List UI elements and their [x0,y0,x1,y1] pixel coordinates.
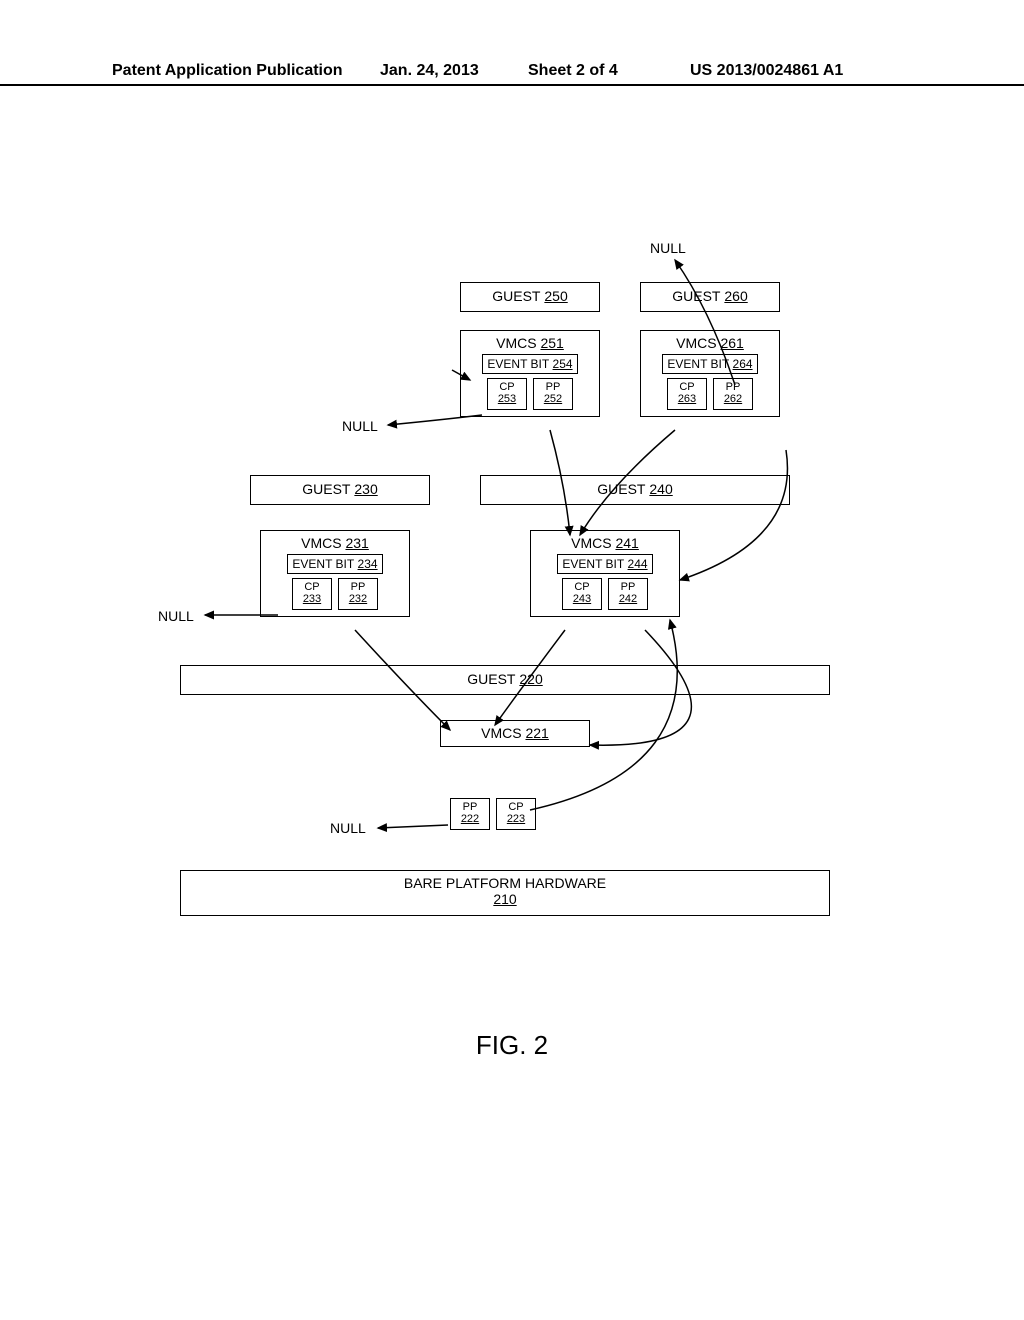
guest-250-ref: 250 [544,288,567,304]
null-231: NULL [158,608,194,624]
header-publication: Patent Application Publication [112,62,343,80]
guest-250: GUEST 250 [460,282,600,312]
guest-label: GUEST [492,288,540,304]
event-234: EVENT BIT 234 [287,554,382,574]
pp-222: PP222 [450,798,490,830]
guest-260: GUEST 260 [640,282,780,312]
guest-220: GUEST 220 [180,665,830,695]
vmcs-221: VMCS 221 [440,720,590,747]
cp-243: CP243 [562,578,602,610]
null-251: NULL [342,418,378,434]
figure-label: FIG. 2 [0,1030,1024,1061]
diagram-container: NULL NULL NULL NULL GUEST 250 GUEST 260 … [150,250,870,980]
guest-240: GUEST 240 [480,475,790,505]
cp-253: CP253 [487,378,527,410]
pp-232: PP232 [338,578,378,610]
header-docnum: US 2013/0024861 A1 [690,62,843,80]
vmcs-241: VMCS 241 EVENT BIT 244 CP243 PP242 [530,530,680,617]
cp-263: CP263 [667,378,707,410]
bare-platform: BARE PLATFORM HARDWARE 210 [180,870,830,916]
vmcs-231: VMCS 231 EVENT BIT 234 CP233 PP232 [260,530,410,617]
header-sheet: Sheet 2 of 4 [528,62,618,80]
event-244: EVENT BIT 244 [557,554,652,574]
cp-233: CP233 [292,578,332,610]
cp-223: CP223 [496,798,536,830]
guest-label: GUEST [672,288,720,304]
guest-230: GUEST 230 [250,475,430,505]
header-date: Jan. 24, 2013 [380,62,479,80]
pp-252: PP252 [533,378,573,410]
pp-242: PP242 [608,578,648,610]
null-top: NULL [650,240,686,256]
pp-262: PP262 [713,378,753,410]
event-254: EVENT BIT 254 [482,354,577,374]
vmcs-261: VMCS 261 EVENT BIT 264 CP263 PP262 [640,330,780,417]
null-221: NULL [330,820,366,836]
guest-260-ref: 260 [724,288,747,304]
page-header: Patent Application Publication Jan. 24, … [0,84,1024,86]
event-264: EVENT BIT 264 [662,354,757,374]
vmcs-251: VMCS 251 EVENT BIT 254 CP253 PP252 [460,330,600,417]
